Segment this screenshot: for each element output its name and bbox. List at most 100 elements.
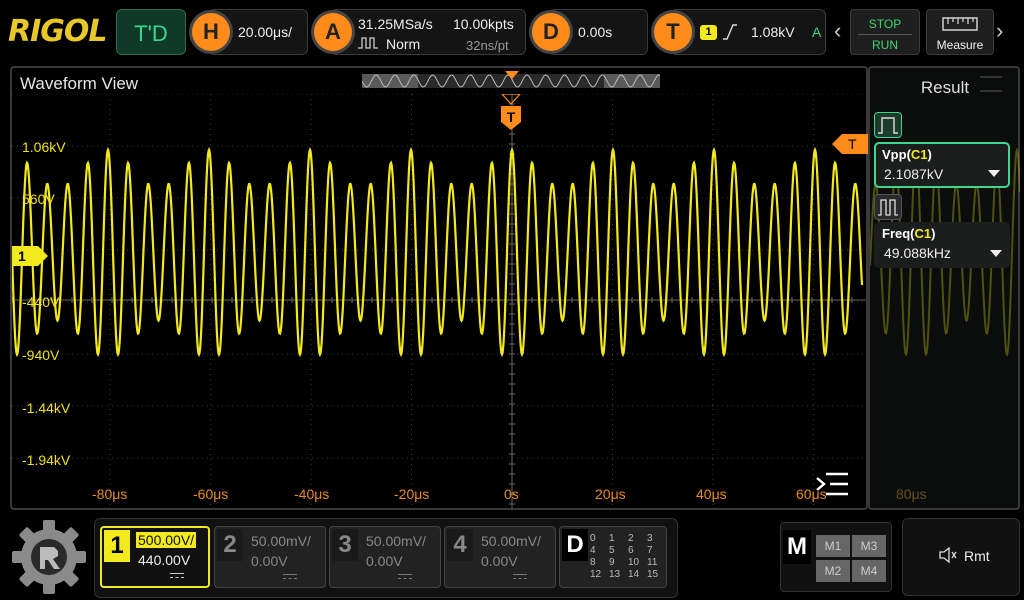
result-menu-icon[interactable] [980,76,1002,92]
x-label-9: 80μs [896,486,927,502]
trigger-badge[interactable]: T [654,13,692,51]
remote-status[interactable] [902,518,1020,596]
channel-2-number: 2 [217,529,243,561]
channel-4-scale: 50.00mV/ [481,533,541,549]
measure-vpp-value: 2.1087kV [884,166,944,182]
time-per-point: 32ns/pt [466,38,509,53]
digital-channel-grid: 0 1 2 3 4 5 6 7 8 9 10 11 12 13 14 15 [590,533,666,581]
y-label-3: -440V [22,294,60,310]
remote-label: Rmt [964,548,990,564]
channel-3-number: 3 [332,529,358,561]
digital-channels-box[interactable]: D 0 1 2 3 4 5 6 7 8 9 10 11 12 13 14 15 [559,526,667,588]
channel-4-number: 4 [447,529,473,561]
channel-2-box[interactable]: 2 50.00mV/ 0.00V [214,526,326,588]
waveform-graticule [12,94,866,508]
x-label-4: -20μs [394,486,430,502]
menu-icon[interactable] [814,470,850,498]
digital-channel-9: 9 [609,557,615,568]
trigger-level: 1.08kV [751,24,795,40]
trigger-sweep: A [812,24,822,40]
measure-button[interactable]: Measure [926,9,994,55]
math-m3-button[interactable]: M3 [852,535,886,557]
top-bar: RIGOL T'D H 20.00μs/ A 31.25MSa/s 10.00k… [0,0,1024,62]
x-label-6: 20μs [595,486,626,502]
horizontal-badge[interactable]: H [192,13,230,51]
digital-channel-5: 5 [609,545,615,556]
digital-channel-15: 15 [647,569,659,580]
td-mode-button[interactable]: T'D [116,9,186,55]
acquire-mode-icon [358,37,378,49]
channel-1-box[interactable]: 1 500.00V/ 440.00V [100,526,210,588]
waveform-view[interactable]: Waveform View T T 1 1.06kV 560V -440V -9… [10,66,868,510]
math-m2-button[interactable]: M2 [816,560,850,582]
channel-4-offset: 0.00V [481,553,518,569]
chevron-down-icon[interactable] [990,250,1002,257]
dc-coupling-icon [283,574,297,579]
math-m1-button[interactable]: M1 [816,535,850,557]
x-label-1: -80μs [92,486,128,502]
y-label-1: 1.06kV [22,139,66,155]
measure-item-freq[interactable]: Freq(C1) 49.088kHz [874,222,1010,268]
channel-3-scale: 50.00mV/ [366,533,426,549]
digital-channel-6: 6 [628,545,634,556]
channel-1-number: 1 [104,530,130,562]
trigger-level-label: T [848,136,857,152]
waveform-view-title: Waveform View [20,74,139,93]
y-label-2: 560V [22,191,55,207]
sample-rate: 31.25MSa/s [358,16,433,32]
run-label: RUN [872,38,898,52]
digital-channel-10: 10 [628,557,640,568]
channel1-offset-label: 1 [18,248,26,264]
digital-channel-4: 4 [590,545,596,556]
acquire-mode: Norm [386,36,421,52]
trigger-panel[interactable] [670,9,826,55]
left-arrow-icon[interactable]: ‹ [834,18,841,44]
digital-channel-11: 11 [647,557,658,568]
delay-badge[interactable]: D [532,13,570,51]
digital-channel-13: 13 [609,569,621,580]
chevron-down-icon[interactable] [988,170,1000,177]
y-label-5: -1.44kV [22,400,71,416]
channel-3-offset: 0.00V [366,553,403,569]
memory-overview-strip[interactable] [362,71,660,91]
y-label-6: -1.94kV [22,452,71,468]
digital-label: D [562,529,588,561]
digital-channel-2: 2 [628,533,634,544]
digital-channel-12: 12 [590,569,602,580]
channel-1-offset: 440.00V [138,552,191,568]
trigger-source-badge: 1 [700,25,717,40]
right-arrow-icon[interactable]: › [996,18,1003,44]
stop-label: STOP [868,17,902,31]
measure-label: Measure [936,38,984,52]
acquire-badge[interactable]: A [314,13,352,51]
digital-channel-8: 8 [590,557,596,568]
pulse-measure-icon[interactable] [874,112,902,138]
x-label-2: -60μs [193,486,229,502]
digital-channel-1: 1 [609,533,615,544]
memory-depth: 10.00kpts [453,16,514,32]
digital-channel-7: 7 [647,545,653,556]
measure-item-vpp[interactable]: Vpp(C1) 2.1087kV [874,142,1010,188]
x-label-7: 40μs [696,486,727,502]
digital-channel-3: 3 [647,533,653,544]
channel-2-offset: 0.00V [251,553,288,569]
dc-coupling-icon [513,574,527,579]
channel-4-box[interactable]: 4 50.00mV/ 0.00V [444,526,556,588]
brand-logo: RIGOL [8,14,108,49]
home-gear-icon[interactable] [10,518,88,596]
run-stop-button[interactable]: STOP RUN [850,9,920,55]
measure-vpp-name: Vpp(C1) [882,147,932,162]
math-m4-button[interactable]: M4 [852,560,886,582]
bottom-bar: 1 500.00V/ 440.00V 2 50.00mV/ 0.00V 3 50… [0,514,1024,600]
td-mode-label: T'D [134,21,168,46]
measure-freq-value: 49.088kHz [884,245,951,261]
channel-3-box[interactable]: 3 50.00mV/ 0.00V [329,526,441,588]
math-label[interactable]: M [783,530,811,564]
measure-freq-name: Freq(C1) [882,226,936,241]
ruler-icon [942,17,978,31]
x-label-3: -40μs [294,486,330,502]
freq-measure-icon[interactable] [874,194,902,220]
trigger-position-label: T [506,109,516,125]
digital-channel-0: 0 [590,533,596,544]
speaker-icon [939,546,957,564]
